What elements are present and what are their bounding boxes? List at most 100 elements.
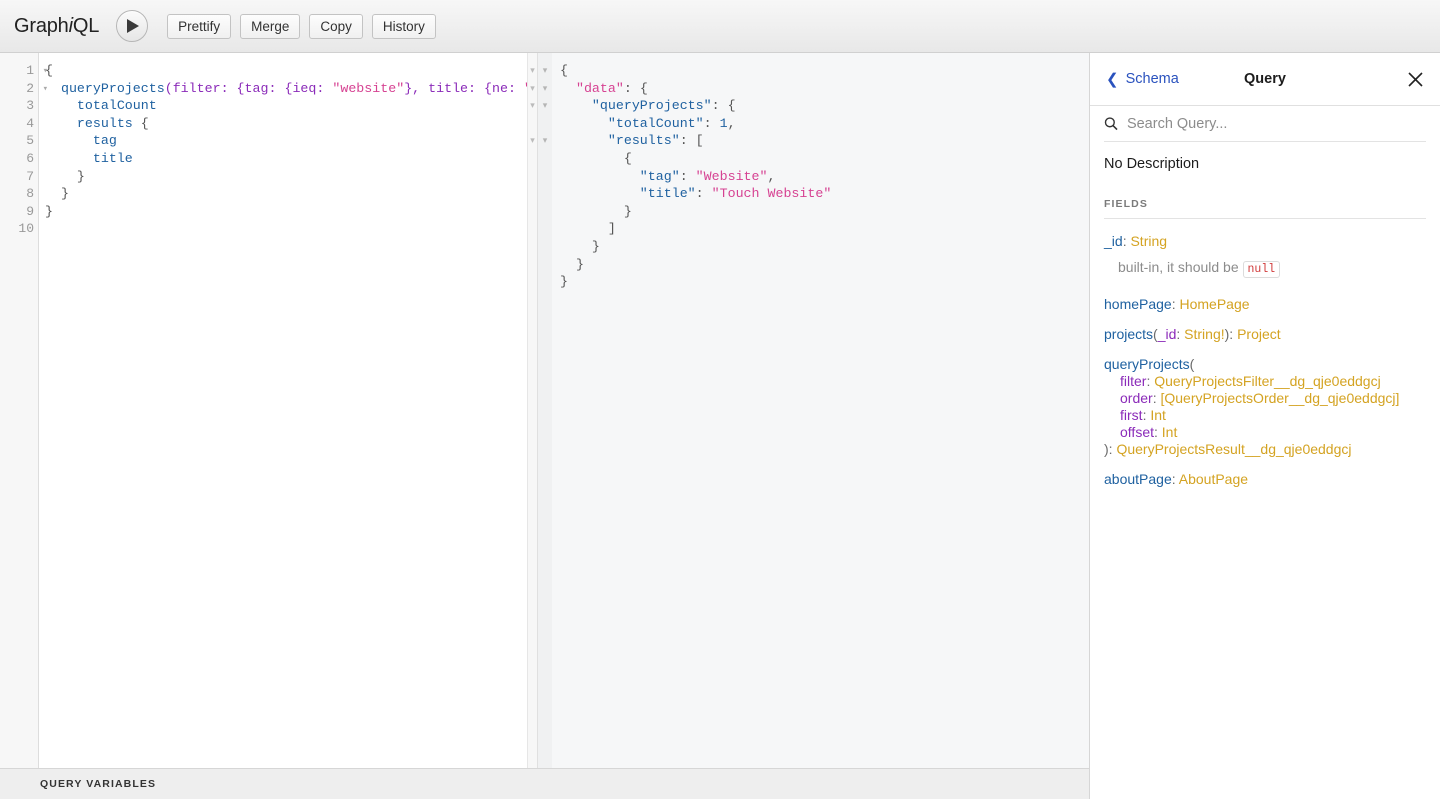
docs-search-row[interactable] (1104, 106, 1426, 142)
execute-query-button[interactable] (116, 10, 149, 42)
query-variables-bar[interactable]: QUERY VARIABLES (0, 768, 1089, 799)
code-token: } (45, 203, 53, 219)
docs-arg-type[interactable]: QueryProjectsFilter__dg_qje0eddgcj (1154, 373, 1380, 389)
fold-toggle-icon[interactable] (538, 273, 552, 291)
result-code-line: ] (560, 220, 1089, 238)
close-icon (1408, 71, 1423, 87)
docs-arg-name: offset (1120, 424, 1154, 440)
fold-toggle-icon[interactable] (528, 203, 537, 221)
code-token: "tag" (639, 168, 680, 184)
query-editor-pane[interactable]: 1 ▾ 2 ▾ 3 4 5 6 7 8 9 10 { queryProjects(filter: {t… (0, 53, 538, 768)
docs-field-arg: order: [QueryProjectsOrder__dg_qje0eddgc… (1104, 390, 1399, 406)
fold-toggle-icon[interactable]: ▾ (43, 81, 48, 99)
fold-toggle-icon[interactable]: ▾ (528, 62, 537, 80)
fold-toggle-icon[interactable] (538, 220, 552, 238)
result-code-line: { (560, 150, 1089, 168)
documentation-panel: ❮ Schema Query No De (1089, 53, 1440, 799)
fold-toggle-icon[interactable]: ▾ (538, 97, 552, 115)
fold-toggle-icon[interactable] (538, 115, 552, 133)
docs-arg-name: order (1120, 390, 1153, 406)
fold-toggle-icon[interactable]: ▾ (43, 63, 48, 81)
docs-field-type[interactable]: AboutPage (1179, 471, 1248, 487)
fold-toggle-icon[interactable] (538, 168, 552, 186)
fold-toggle-icon[interactable] (538, 238, 552, 256)
code-token: "results" (607, 133, 680, 149)
docs-field-name[interactable]: homePage (1104, 296, 1172, 312)
fold-toggle-icon[interactable]: ▾ (538, 62, 552, 80)
code-token: : (679, 168, 696, 184)
docs-field-name[interactable]: projects (1104, 326, 1153, 342)
docs-field-type[interactable]: Project (1237, 326, 1281, 342)
docs-back-button[interactable]: ❮ Schema (1106, 71, 1179, 87)
docs-search-input[interactable] (1126, 115, 1426, 132)
docs-field-punct: ): (1104, 441, 1117, 457)
fold-toggle-icon[interactable] (538, 256, 552, 274)
history-button[interactable]: History (371, 13, 436, 39)
docs-description: No Description (1104, 156, 1200, 172)
line-number: 9 (26, 203, 34, 219)
fold-toggle-icon[interactable] (528, 168, 537, 186)
line-number: 7 (26, 168, 34, 184)
docs-arg-type[interactable]: String! (1184, 326, 1224, 342)
result-code-line: "tag": "Website", (560, 168, 1089, 186)
docs-field-type[interactable]: String (1130, 233, 1167, 249)
docs-field-name[interactable]: _id (1104, 233, 1123, 249)
docs-field-type[interactable]: QueryProjectsResult__dg_qje0eddgcj (1116, 441, 1351, 457)
docs-field-arg: offset: Int (1104, 424, 1177, 440)
fold-toggle-icon[interactable] (528, 150, 537, 168)
code-token: { (560, 63, 568, 78)
panes: 1 ▾ 2 ▾ 3 4 5 6 7 8 9 10 { queryProjects(filter: {t… (0, 53, 1089, 768)
search-icon (1104, 117, 1118, 131)
query-code-line (45, 220, 537, 238)
fold-toggle-icon[interactable]: ▾ (528, 132, 537, 150)
docs-close-button[interactable] (1407, 71, 1424, 88)
docs-field-name[interactable]: aboutPage (1104, 471, 1172, 487)
docs-arg-type[interactable]: [QueryProjectsOrder__dg_qje0eddgcj] (1160, 390, 1399, 406)
fold-toggle-icon[interactable]: ▾ (538, 132, 552, 150)
docs-back-label: Schema (1125, 71, 1179, 87)
fold-toggle-icon[interactable] (538, 150, 552, 168)
results-code-area: { "data": { "queryProjects": { "totalCou… (552, 53, 1089, 768)
code-token: , (767, 168, 776, 184)
query-code-area[interactable]: { queryProjects(filter: {tag: {ieq: "web… (39, 53, 537, 768)
fold-toggle-icon[interactable]: ▾ (528, 80, 537, 98)
results-pane: ▾ ▾ ▾ ▾ { "data": { "queryProjects": { "to… (538, 53, 1089, 768)
docs-field-entry: homePage: HomePage (1104, 296, 1426, 313)
code-token: { (560, 150, 632, 166)
docs-field-punct: : (1154, 424, 1162, 440)
docs-field-type[interactable]: HomePage (1180, 296, 1250, 312)
fold-toggle-icon[interactable]: ▾ (538, 80, 552, 98)
prettify-button[interactable]: Prettify (167, 13, 232, 39)
editor-fold-column[interactable]: ▾ ▾ ▾ ▾ (527, 53, 537, 768)
code-token: : (507, 80, 524, 96)
fold-toggle-icon[interactable] (528, 220, 537, 238)
docs-field-description: built-in, it should be null (1104, 259, 1426, 278)
results-fold-column[interactable]: ▾ ▾ ▾ ▾ (538, 53, 552, 768)
docs-field-punct: : (1171, 471, 1179, 487)
docs-arg-name: _id (1157, 326, 1177, 342)
docs-field-punct: ( (1189, 356, 1195, 372)
fold-toggle-icon[interactable] (528, 185, 537, 203)
code-token: tag (244, 80, 269, 96)
docs-arg-type[interactable]: Int (1150, 407, 1166, 423)
docs-arg-type[interactable]: Int (1162, 424, 1178, 440)
query-code-line: totalCount (45, 97, 537, 115)
result-code-line: "title": "Touch Website" (560, 185, 1089, 203)
query-code-line: tag (45, 132, 537, 150)
docs-field-name[interactable]: queryProjects (1104, 356, 1190, 372)
result-code-line: { (560, 62, 1089, 80)
logo-suffix: QL (72, 14, 100, 37)
line-number-gutter: 1 ▾ 2 ▾ 3 4 5 6 7 8 9 10 (0, 53, 48, 768)
fold-toggle-icon[interactable]: ▾ (528, 97, 537, 115)
merge-button[interactable]: Merge (240, 13, 301, 39)
docs-arg-name: filter (1120, 373, 1147, 389)
query-variables-label: QUERY VARIABLES (40, 778, 157, 790)
copy-button[interactable]: Copy (309, 13, 363, 39)
fold-toggle-icon[interactable] (528, 115, 537, 133)
fold-toggle-icon[interactable] (538, 185, 552, 203)
fold-toggle-icon[interactable] (538, 203, 552, 221)
